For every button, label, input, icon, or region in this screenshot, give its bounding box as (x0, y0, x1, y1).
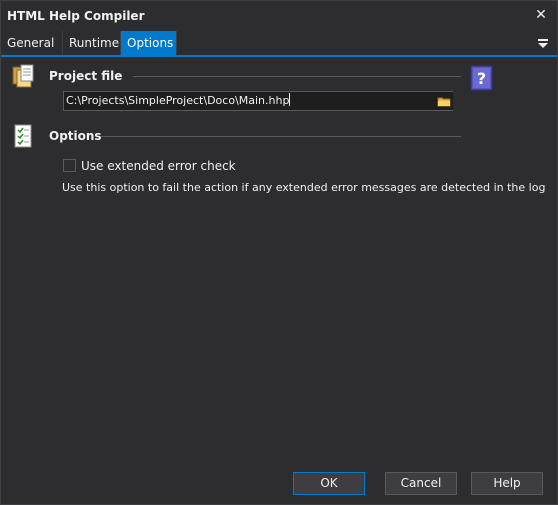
extended-error-description: Use this option to fail the action if an… (62, 181, 546, 194)
close-icon[interactable]: ✕ (531, 5, 551, 25)
tab-runtime[interactable]: Runtime (63, 31, 121, 55)
project-file-title: Project file (49, 69, 123, 83)
options-title: Options (49, 129, 102, 143)
help-book-icon[interactable]: ? (470, 65, 493, 91)
tab-strip: General Runtime Options (1, 31, 557, 57)
options-checklist-icon (14, 124, 32, 148)
title-bar: HTML Help Compiler ✕ (1, 1, 557, 31)
section-divider (133, 76, 461, 77)
tab-options[interactable]: Options (121, 31, 177, 55)
ok-button[interactable]: OK (293, 472, 365, 495)
browse-folder-icon[interactable] (435, 92, 453, 110)
extended-error-label[interactable]: Use extended error check (81, 159, 236, 173)
project-file-icon (12, 64, 34, 88)
help-button[interactable]: Help (471, 472, 543, 495)
text-caret (289, 93, 291, 106)
dialog-window: HTML Help Compiler ✕ General Runtime Opt… (0, 0, 558, 505)
tab-general[interactable]: General (1, 31, 63, 55)
extended-error-checkbox[interactable] (63, 159, 76, 172)
cancel-button[interactable]: Cancel (385, 472, 457, 495)
menu-arrow-icon[interactable] (537, 37, 549, 49)
svg-text:?: ? (477, 69, 486, 88)
project-file-path-input[interactable]: C:\Projects\SimpleProject\Doco\Main.hhp (63, 91, 453, 111)
project-file-path-value: C:\Projects\SimpleProject\Doco\Main.hhp (66, 94, 290, 107)
window-title: HTML Help Compiler (7, 9, 145, 23)
section-divider (101, 136, 461, 137)
